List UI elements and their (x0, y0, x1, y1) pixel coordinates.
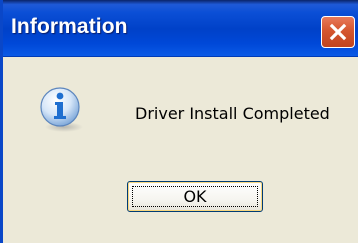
ok-button-label: OK (183, 187, 207, 206)
dialog-title: Information (11, 15, 128, 38)
information-icon (37, 85, 85, 133)
dialog-message: Driver Install Completed (135, 104, 330, 123)
dialog-window: Information Driver Install Completed OK (0, 0, 358, 243)
close-button[interactable] (321, 16, 355, 48)
title-bar[interactable]: Information (3, 0, 358, 57)
close-icon (329, 23, 347, 41)
ok-button[interactable]: OK (127, 181, 263, 212)
